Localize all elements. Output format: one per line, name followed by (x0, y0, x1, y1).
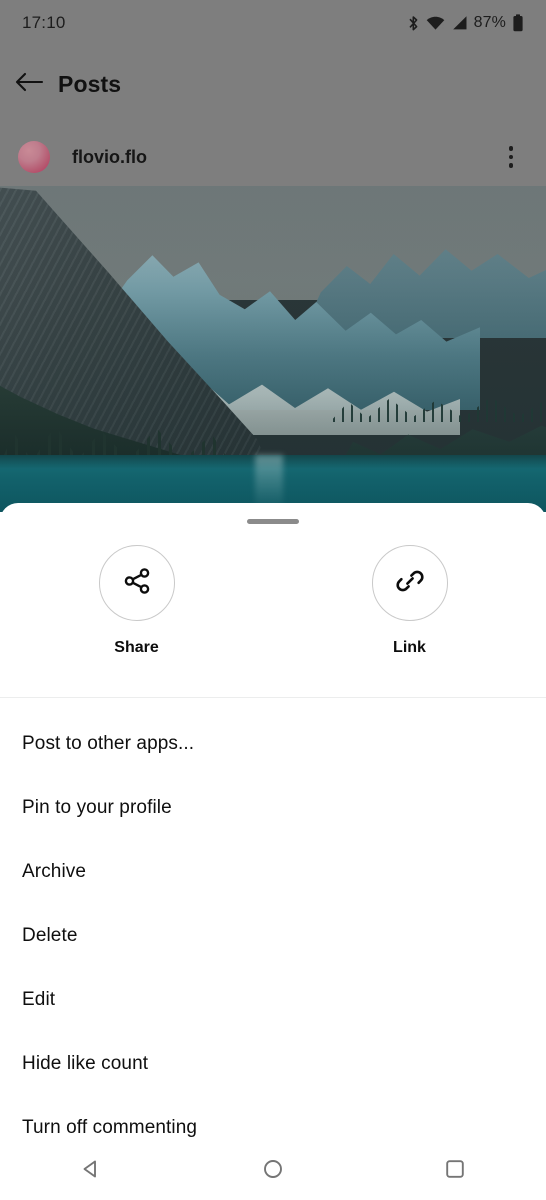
page-title: Posts (58, 70, 122, 97)
link-button[interactable] (371, 545, 448, 621)
nav-back-button[interactable] (51, 1142, 131, 1200)
status-time: 17:10 (22, 13, 66, 32)
system-nav-bar (0, 1142, 546, 1200)
app-bar: Posts (0, 56, 546, 112)
battery-icon (512, 14, 524, 32)
menu-item-hide-like-count[interactable]: Hide like count (0, 1032, 546, 1096)
bluetooth-icon (407, 15, 420, 32)
share-label: Share (114, 639, 159, 656)
share-action[interactable]: Share (62, 545, 212, 657)
status-icons: 87% (407, 14, 524, 32)
phone-screen: 17:10 87% Posts flovio.flo Share Link Po… (0, 0, 546, 1200)
dot (508, 163, 514, 168)
link-action[interactable]: Link (335, 545, 485, 657)
menu-item-archive[interactable]: Archive (0, 840, 546, 904)
sheet-menu-list: Post to other apps... Pin to your profil… (0, 698, 546, 1160)
cellular-signal-icon (451, 15, 468, 31)
link-icon (394, 565, 426, 602)
back-arrow-icon (14, 70, 44, 99)
quick-actions-row: Share Link (0, 524, 546, 697)
home-nav-icon (263, 1159, 283, 1184)
dot (508, 146, 514, 151)
menu-item-post-to-other-apps[interactable]: Post to other apps... (0, 712, 546, 776)
username-label[interactable]: flovio.flo (72, 147, 147, 168)
post-header: flovio.flo (0, 128, 546, 186)
dot (508, 154, 514, 160)
nav-home-button[interactable] (233, 1142, 313, 1200)
nav-recents-button[interactable] (415, 1142, 495, 1200)
back-nav-icon (80, 1158, 102, 1185)
recents-nav-icon (445, 1159, 465, 1184)
back-button[interactable] (0, 56, 58, 112)
share-icon (121, 565, 153, 602)
avatar[interactable] (18, 141, 50, 173)
link-label: Link (393, 639, 426, 656)
battery-percent-label: 87% (473, 14, 506, 31)
share-bottom-sheet: Share Link Post to other apps... Pin to … (0, 503, 546, 1142)
status-bar: 17:10 87% (0, 0, 546, 46)
menu-item-delete[interactable]: Delete (0, 904, 546, 968)
overflow-menu-icon[interactable] (494, 135, 528, 179)
wifi-icon (426, 15, 445, 31)
menu-item-edit[interactable]: Edit (0, 968, 546, 1032)
menu-item-pin-to-your-profile[interactable]: Pin to your profile (0, 776, 546, 840)
share-button[interactable] (98, 545, 175, 621)
